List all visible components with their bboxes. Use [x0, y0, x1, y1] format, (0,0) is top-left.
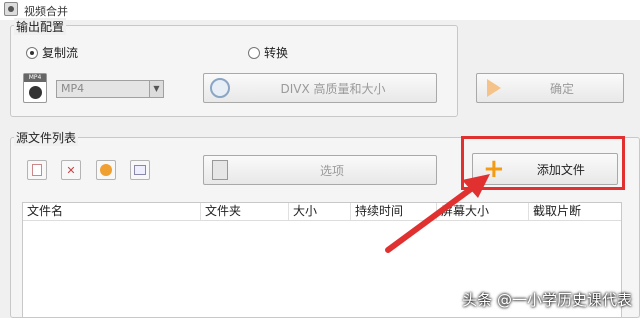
table-header: 文件名 文件夹 大小 持续时间 屏幕大小 截取片断 [23, 203, 621, 221]
radio-selected-indicator [26, 46, 38, 59]
watermark-text: 头条 @一小学历史课代表 [462, 291, 632, 309]
highlight-box [461, 136, 625, 190]
output-config-title: 输出配置 [14, 18, 67, 35]
chevron-down-icon: ▼ [149, 81, 163, 97]
column-header[interactable]: 截取片断 [529, 203, 621, 220]
options-button[interactable]: 选项 [203, 155, 437, 185]
source-list-title: 源文件列表 [14, 129, 79, 146]
format-value: MP4 [61, 82, 85, 95]
column-header[interactable]: 文件名 [23, 203, 201, 220]
copy-stream-label: 复制流 [42, 46, 79, 60]
column-header[interactable]: 屏幕大小 [437, 203, 529, 220]
ok-label: 确定 [549, 81, 574, 96]
radio-unselected-indicator [248, 46, 260, 59]
info-icon [134, 165, 146, 175]
app-icon [4, 2, 18, 16]
play-icon [100, 164, 112, 176]
column-header[interactable]: 大小 [289, 203, 351, 220]
play-button[interactable] [96, 160, 116, 180]
column-header[interactable]: 持续时间 [351, 203, 437, 220]
column-header[interactable]: 文件夹 [201, 203, 289, 220]
window-title: 视频合并 [24, 5, 68, 18]
copy-stream-radio[interactable]: 复制流 [26, 44, 78, 61]
file-remove-icon [32, 164, 42, 176]
disc-icon [210, 78, 230, 98]
profile-label: DIVX 高质量和大小 [280, 81, 386, 96]
format-select[interactable]: MP4 ▼ [56, 80, 164, 98]
file-close-icon: ✕ [66, 163, 76, 177]
title-bar: 视频合并 [0, 0, 640, 20]
mp4-file-icon: MP4 [23, 73, 47, 103]
convert-radio[interactable]: 转换 [248, 44, 288, 61]
info-button[interactable] [130, 160, 150, 180]
ok-button[interactable]: 确定 [476, 73, 624, 103]
profile-button[interactable]: DIVX 高质量和大小 [203, 73, 437, 103]
film-icon [212, 160, 228, 180]
options-label: 选项 [319, 163, 344, 178]
clear-list-button[interactable]: ✕ [61, 160, 81, 180]
arrow-right-icon [487, 79, 501, 97]
remove-file-button[interactable] [27, 160, 47, 180]
output-config-group [10, 25, 458, 117]
convert-label: 转换 [264, 46, 289, 60]
